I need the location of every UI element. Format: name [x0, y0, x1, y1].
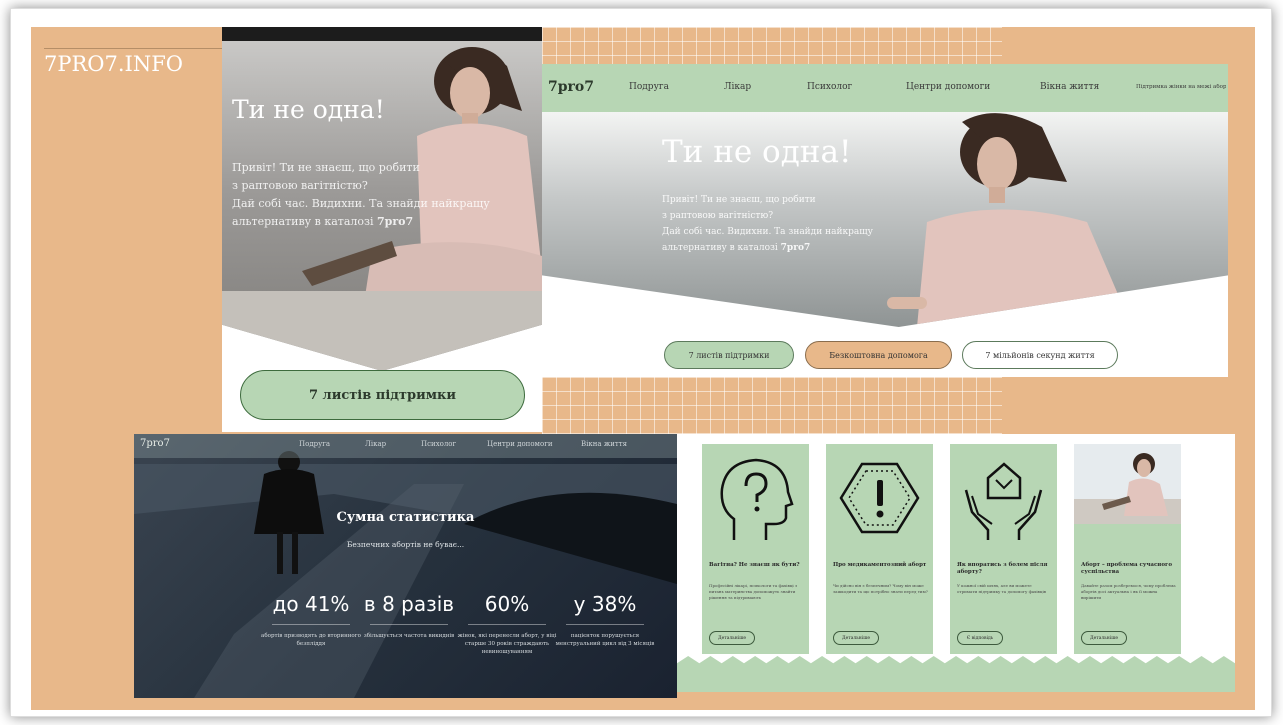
stats-nav-psychologist[interactable]: Психолог [421, 440, 456, 448]
card-title: Про медикаментозний аборт [833, 562, 927, 568]
stat-value-3: 60% [484, 592, 530, 616]
pill-free-help[interactable]: Безкоштовна допомога [805, 341, 952, 369]
photo-woman [1074, 444, 1181, 524]
card-text: У кожної свій шлях, але ви можете отрима… [957, 583, 1047, 594]
card-title: Аборт – проблема сучасного суспільства [1081, 562, 1173, 575]
statistics-section: 7pro7 Подруга Лікар Психолог Центри допо… [134, 434, 677, 698]
mobile-status-bar [222, 27, 542, 41]
stat-value-4: у 38% [573, 592, 637, 616]
desktop-hero-text: Привіт! Ти не знаєш, що робити з раптово… [662, 195, 873, 253]
stat-desc-4: пацієнток порушується менструальний цикл… [555, 633, 655, 647]
warning-octagon-icon [839, 462, 920, 534]
stats-nav-doctor[interactable]: Лікар [365, 440, 386, 448]
nav-friend[interactable]: Подруга [629, 82, 669, 92]
desktop-hero [542, 112, 1228, 327]
desktop-logo[interactable]: 7pro7 [548, 79, 594, 95]
card-pregnant[interactable]: Вагітна? Не знаєш як бути? Професійні лі… [702, 444, 809, 654]
card-modern-problem[interactable]: Аборт – проблема сучасного суспільства Д… [1074, 444, 1181, 654]
statistics-logo[interactable]: 7pro7 [140, 438, 170, 449]
nav-psychologist[interactable]: Психолог [807, 82, 852, 92]
grid-pattern-middle [542, 377, 1002, 434]
statistics-navbar: 7pro7 Подруга Лікар Психолог Центри допо… [134, 434, 677, 458]
mobile-hero-text: Привіт! Ти не знаєш, що робити з раптово… [232, 161, 490, 228]
card-answer-button[interactable]: Є відповідь [957, 631, 1003, 645]
card-cope-pain[interactable]: Як впоратись з болем після аборту? У кож… [950, 444, 1057, 654]
support-letters-button[interactable]: 7 листів підтримки [240, 370, 525, 420]
card-text: Професійні лікарі, психологи та фахівці … [709, 583, 798, 600]
stat-divider-2 [370, 624, 448, 625]
card-title: Як впоратись з болем після аборту? [957, 562, 1048, 575]
zigzag-border [677, 656, 1235, 692]
card-details-button[interactable]: Детальніше [1081, 631, 1127, 645]
stats-nav-life-windows[interactable]: Вікна життя [581, 440, 627, 448]
mobile-hero-title: Ти не одна! [232, 95, 385, 124]
card-title: Вагітна? Не знаєш як бути? [709, 562, 800, 568]
stat-value-1: до 41% [272, 592, 350, 616]
card-text: Чи дійсно він є безпечним? Чому він може… [833, 583, 928, 594]
card-medical-abortion[interactable]: Про медикаментозний аборт Чи дійсно він … [826, 444, 933, 654]
stat-desc-2: збільшується частота викиднів [363, 633, 455, 639]
logo-rule [44, 48, 222, 49]
nav-help-centers[interactable]: Центри допомоги [906, 82, 990, 92]
card-text: Давайте разом розберемося, чому проблема… [1081, 583, 1176, 600]
stats-nav-help-centers[interactable]: Центри допомоги [487, 440, 553, 448]
stats-nav-friend[interactable]: Подруга [299, 440, 330, 448]
nav-doctor[interactable]: Лікар [724, 82, 751, 92]
head-question-icon [720, 458, 794, 540]
stat-desc-1: абортів призводять до вторинного безплід… [261, 633, 361, 647]
card-details-button[interactable]: Детальніше [709, 631, 755, 645]
stat-divider-3 [468, 624, 546, 625]
woman-photo-desktop [887, 113, 1132, 327]
pill-support-letters[interactable]: 7 листів підтримки [664, 341, 794, 369]
statistics-background-photo [134, 451, 677, 698]
desktop-navbar: 7pro7 Подруга Лікар Психолог Центри допо… [542, 64, 1228, 112]
info-cards-section: Вагітна? Не знаєш як бути? Професійні лі… [677, 434, 1235, 692]
grid-pattern-top [542, 27, 1002, 64]
nav-life-windows[interactable]: Вікна життя [1040, 82, 1099, 92]
stat-desc-3: жінок, які перенесли аборт, у віці старш… [457, 633, 557, 655]
desktop-mockup: 7pro7 Подруга Лікар Психолог Центри допо… [542, 64, 1228, 377]
stat-value-2: в 8 разів [363, 592, 455, 616]
pill-seven-million-seconds[interactable]: 7 мільйонів секунд життя [962, 341, 1118, 369]
stat-divider-4 [566, 624, 644, 625]
hands-house-icon [964, 462, 1043, 540]
nav-support[interactable]: Підтримка жінки на межі абор [1136, 84, 1226, 90]
statistics-title: Сумна статистика [336, 510, 475, 525]
desktop-hero-title: Ти не одна! [662, 134, 852, 170]
statistics-subtitle: Безпечних абортів не буває... [346, 540, 465, 549]
stat-divider-1 [272, 624, 350, 625]
card-details-button[interactable]: Детальніше [833, 631, 879, 645]
site-logo: 7PRO7.INFO [44, 52, 184, 76]
